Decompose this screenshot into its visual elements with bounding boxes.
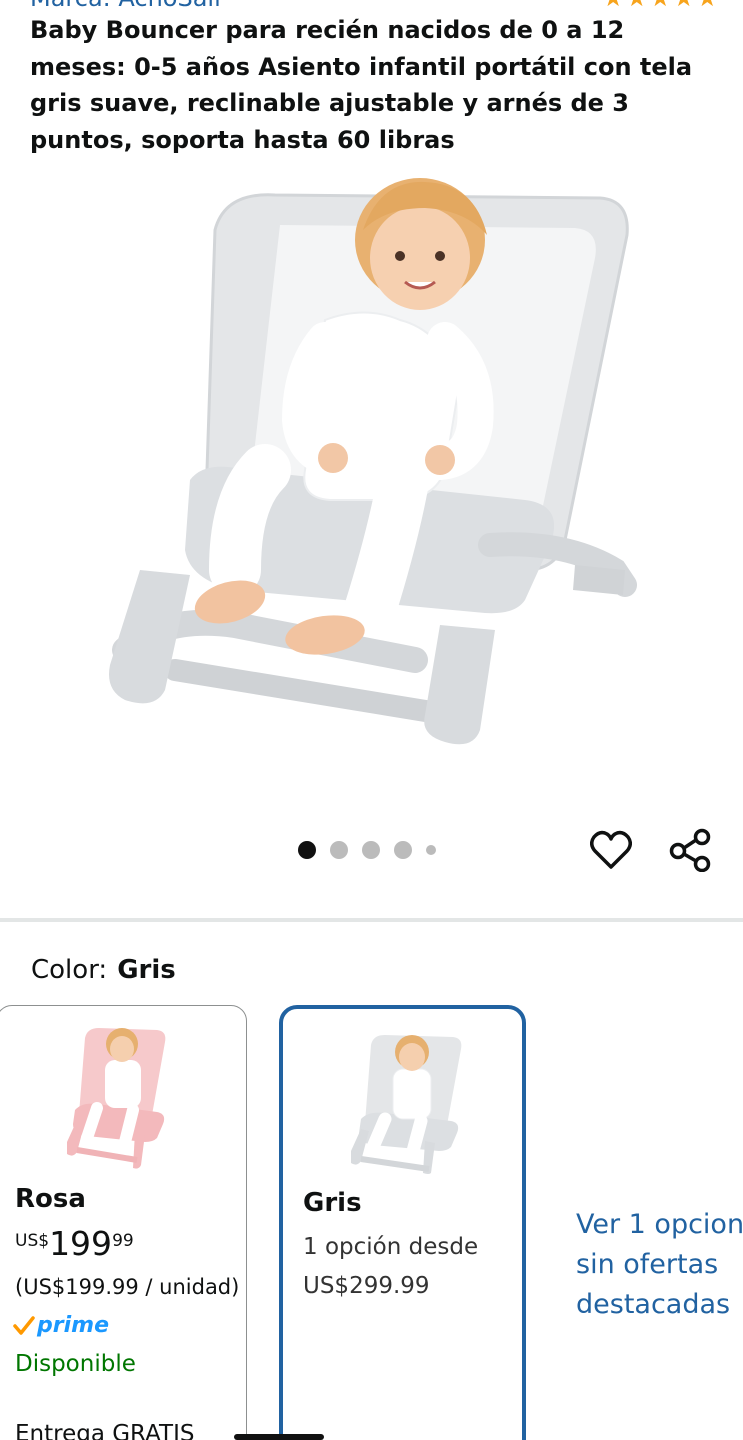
carousel-dot[interactable] xyxy=(362,841,380,859)
see-more-options-link[interactable]: Ver 1 opcion sin ofertas destacadas xyxy=(576,1205,743,1325)
color-option-gris[interactable]: Gris 1 opción desde US$299.99 xyxy=(279,1005,526,1440)
rating-stars[interactable]: ★★★★★ xyxy=(602,0,720,8)
rosa-thumbnail xyxy=(57,1020,177,1170)
delivery-text: Entrega GRATIS xyxy=(15,1421,195,1440)
color-option-rosa[interactable]: Rosa US$ 199 99 (US$199.99 / unidad) prime… xyxy=(0,1005,247,1440)
option-name: Rosa xyxy=(15,1184,86,1214)
carousel-dot[interactable] xyxy=(426,845,436,855)
carousel-dot[interactable] xyxy=(298,841,316,859)
availability-text: Disponible xyxy=(15,1351,136,1377)
color-selected-value: Gris xyxy=(117,955,176,985)
price-whole: 199 xyxy=(49,1224,113,1263)
favorite-button[interactable] xyxy=(588,827,634,873)
prime-label: prime xyxy=(37,1313,109,1338)
color-label-row: Color: Gris xyxy=(31,952,176,988)
product-title: Baby Bouncer para recién nacidos de 0 a … xyxy=(30,16,693,154)
share-icon xyxy=(669,828,711,872)
price-fraction: 99 xyxy=(112,1231,134,1251)
option-from-label: 1 opción desde xyxy=(303,1234,479,1260)
carousel-dots[interactable] xyxy=(298,840,436,860)
brand-link[interactable]: Marca: AchoSail xyxy=(30,0,221,8)
share-button[interactable] xyxy=(665,825,715,875)
heart-icon xyxy=(590,830,632,869)
price-currency: US$ xyxy=(15,1231,50,1251)
prime-check-icon xyxy=(13,1316,35,1335)
carousel-dot[interactable] xyxy=(394,841,412,859)
option-from-price: US$299.99 xyxy=(303,1273,430,1299)
home-indicator xyxy=(234,1434,324,1440)
see-more-options-text: Ver 1 opcion sin ofertas destacadas xyxy=(576,1209,743,1320)
section-divider xyxy=(0,918,743,922)
unit-price: (US$199.99 / unidad) xyxy=(15,1275,240,1299)
carousel-dot[interactable] xyxy=(330,841,348,859)
color-label: Color: xyxy=(31,955,108,985)
prime-badge: prime xyxy=(13,1310,109,1342)
header-cutoff: Marca: AchoSail ★★★★★ xyxy=(30,0,720,8)
option-name: Gris xyxy=(303,1188,362,1218)
option-price: US$ 199 99 xyxy=(15,1224,134,1264)
product-image[interactable] xyxy=(95,170,655,770)
gris-thumbnail xyxy=(333,1025,473,1175)
